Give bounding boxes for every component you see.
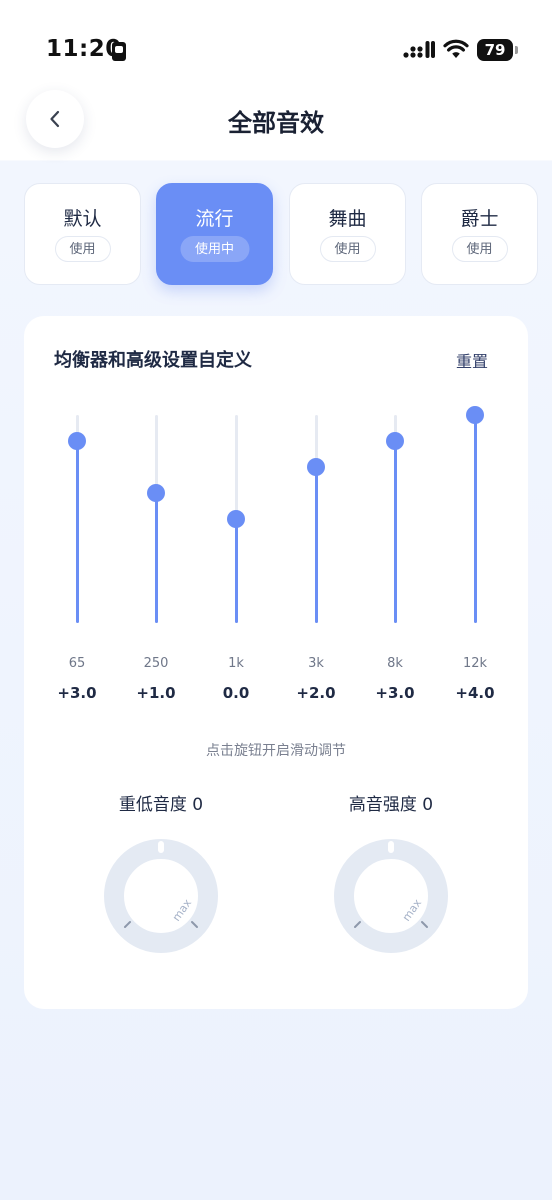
- knob-hint: 点击旋钮开启滑动调节: [206, 743, 346, 759]
- freq-label: 12k: [462, 656, 488, 671]
- gain-value: +3.0: [57, 684, 97, 702]
- preset-card-pop[interactable]: 流行 使用中: [156, 183, 273, 285]
- gain-value: +2.0: [296, 684, 336, 702]
- slider-fill: [75, 441, 79, 623]
- freq-label: 3k: [308, 656, 324, 671]
- gain-value: +4.0: [455, 684, 495, 702]
- slider-fill: [154, 493, 158, 623]
- battery-cap: [515, 46, 518, 54]
- eq-slider-250[interactable]: [147, 415, 165, 623]
- knob-ring: [334, 839, 448, 953]
- preset-use-button[interactable]: 使用: [319, 236, 376, 262]
- eq-slider-12k[interactable]: [466, 406, 484, 623]
- cellular-signal-icon: [403, 41, 435, 58]
- knob-indicator: [388, 841, 394, 853]
- reset-button[interactable]: 重置: [456, 348, 488, 372]
- id-card-icon: [112, 42, 126, 61]
- gain-value: +1.0: [136, 684, 176, 702]
- status-bar: 11:20 79: [0, 0, 552, 80]
- gain-value: +3.0: [375, 684, 415, 702]
- preset-use-button[interactable]: 使用: [451, 236, 508, 262]
- preset-use-button[interactable]: 使用: [54, 236, 111, 262]
- equalizer-panel: 均衡器和高级设置自定义 重置 65 250 1k 3k 8k 12k +3.0 …: [24, 316, 528, 1009]
- treble-label: 高音强度 0: [348, 795, 434, 815]
- preset-in-use-badge: 使用中: [179, 236, 250, 262]
- preset-name: 流行: [195, 208, 234, 230]
- slider-fill: [314, 467, 318, 623]
- bass-knob[interactable]: max: [101, 836, 221, 956]
- sound-effects-page: 11:20 79 全部音效 默认 使用 流行 使用中 舞曲 使用 爵士 使用 均…: [0, 0, 552, 1200]
- knob-ring: [104, 839, 218, 953]
- slider-thumb[interactable]: [68, 432, 86, 450]
- slider-thumb[interactable]: [386, 432, 404, 450]
- freq-label: 65: [68, 656, 86, 671]
- gain-value: 0.0: [222, 684, 250, 702]
- preset-name: 舞曲: [328, 208, 367, 230]
- slider-thumb[interactable]: [466, 406, 484, 424]
- preset-card-default[interactable]: 默认 使用: [24, 183, 141, 285]
- slider-thumb[interactable]: [147, 484, 165, 502]
- freq-label: 8k: [387, 656, 403, 671]
- status-time: 11:20: [46, 36, 122, 62]
- equalizer-title: 均衡器和高级设置自定义: [54, 350, 252, 371]
- battery-indicator: 79: [477, 39, 519, 61]
- preset-card-dance[interactable]: 舞曲 使用: [289, 183, 406, 285]
- slider-fill: [473, 415, 477, 623]
- freq-label: 250: [143, 656, 169, 671]
- slider-thumb[interactable]: [307, 458, 325, 476]
- wifi-icon: [443, 39, 469, 58]
- slider-thumb[interactable]: [227, 510, 245, 528]
- preset-card-jazz[interactable]: 爵士 使用: [421, 183, 538, 285]
- eq-slider-1k[interactable]: [227, 415, 245, 623]
- treble-knob[interactable]: max: [331, 836, 451, 956]
- battery-level: 79: [484, 41, 506, 59]
- eq-slider-3k[interactable]: [307, 415, 325, 623]
- knob-indicator: [158, 841, 164, 853]
- preset-name: 爵士: [460, 208, 499, 230]
- bass-label: 重低音度 0: [118, 795, 204, 815]
- eq-slider-65[interactable]: [68, 415, 86, 623]
- freq-label: 1k: [228, 656, 244, 671]
- slider-fill: [393, 441, 397, 623]
- page-title: 全部音效: [228, 109, 324, 137]
- preset-name: 默认: [63, 208, 102, 230]
- eq-slider-8k[interactable]: [386, 415, 404, 623]
- slider-fill: [234, 519, 238, 623]
